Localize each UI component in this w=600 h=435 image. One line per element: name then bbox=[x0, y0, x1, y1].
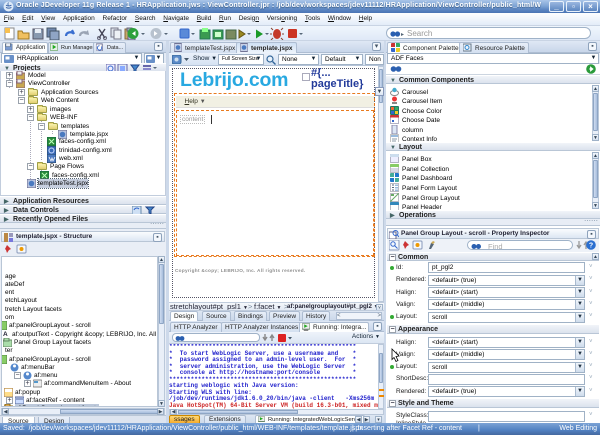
svg-text:?: ? bbox=[589, 243, 593, 250]
